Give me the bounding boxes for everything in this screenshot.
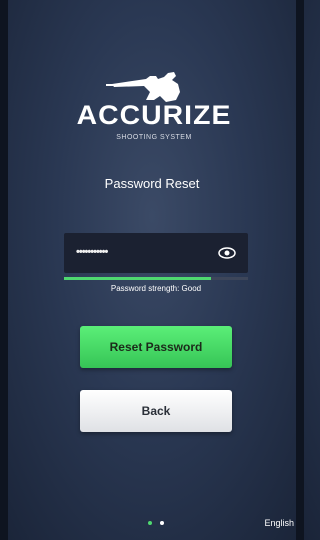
password-value: ••••••••••• [76, 246, 108, 258]
reset-password-button[interactable]: Reset Password [80, 326, 232, 368]
page-indicator [145, 521, 169, 527]
app-logo: ACCURIZE SHOOTING SYSTEM [64, 70, 244, 150]
eye-icon[interactable] [218, 246, 236, 260]
language-selector[interactable]: English [264, 518, 294, 528]
password-field[interactable]: ••••••••••• [64, 233, 248, 273]
shooter-silhouette-icon [106, 72, 180, 102]
frame-edge-right [296, 0, 304, 540]
frame-edge-left [0, 0, 8, 540]
password-strength-fill [64, 277, 212, 280]
back-button[interactable]: Back [80, 390, 232, 432]
logo-wordmark: ACCURIZE [76, 100, 232, 130]
page-title: Password Reset [104, 176, 200, 191]
page-dot-inactive [160, 521, 164, 525]
logo-tagline: SHOOTING SYSTEM [116, 134, 192, 141]
password-strength-meter [64, 277, 248, 280]
password-strength-label: Password strength: Good [110, 284, 202, 293]
page-dot-active [148, 521, 152, 525]
